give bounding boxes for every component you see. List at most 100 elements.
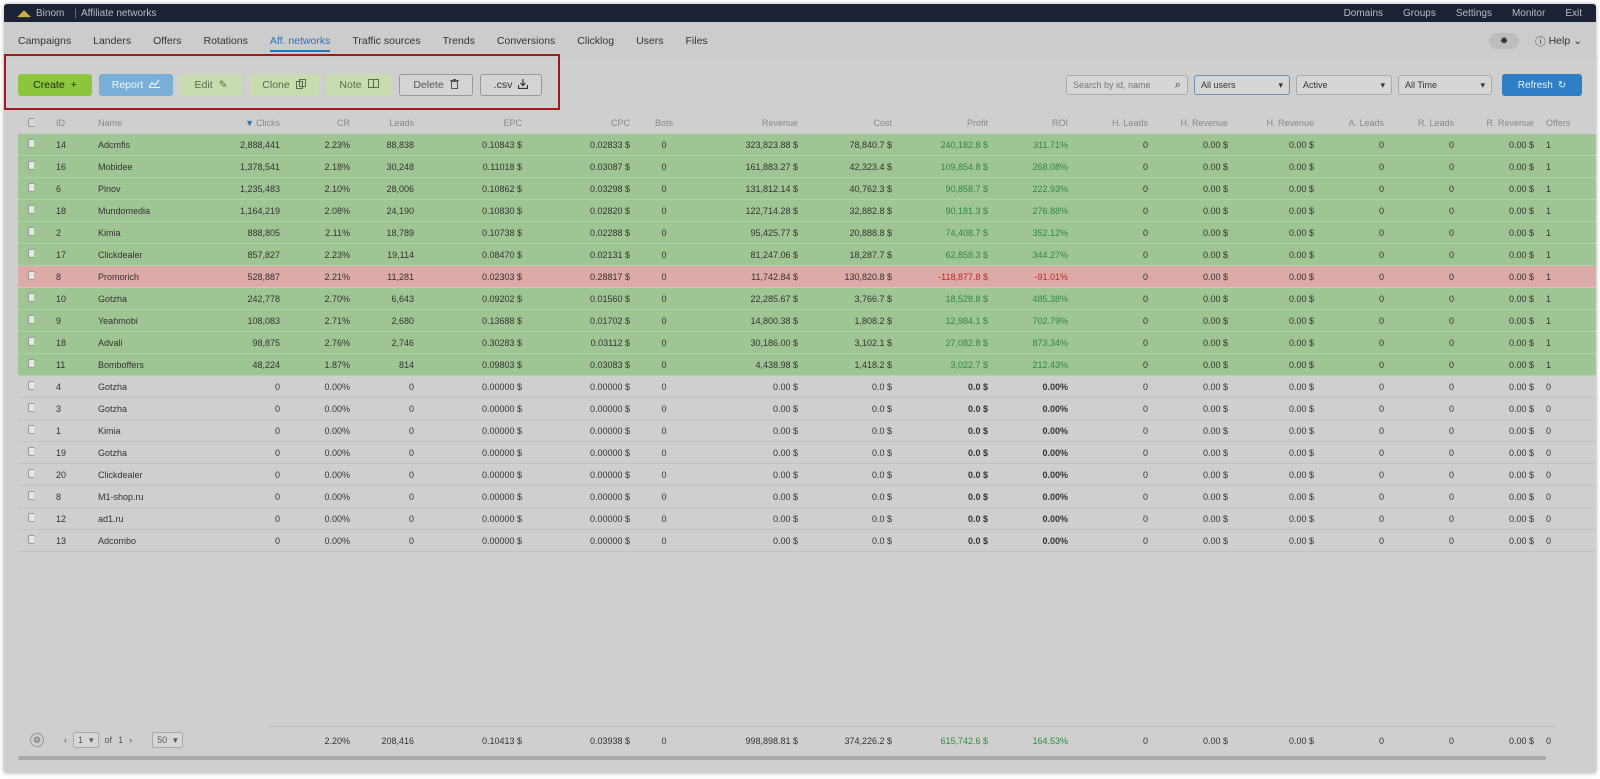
col-clicks[interactable]: ▼ Clicks	[226, 118, 286, 128]
table-row[interactable]: 1 Kimia 0 0.00% 0 0.00000 $ 0.00000 $ 0 0.00 $ 0.…	[18, 420, 1596, 442]
row-checkbox[interactable]	[28, 139, 34, 148]
edit-button[interactable]: Edit ✎	[180, 74, 242, 96]
per-page-select[interactable]: 50 ▾	[152, 732, 183, 748]
table-row[interactable]: 10 Gotzha 242,778 2.70% 6,643 0.09202 $0.0156…	[18, 288, 1596, 310]
row-checkbox[interactable]	[28, 205, 34, 214]
row-name[interactable]: Adcmfis	[92, 140, 226, 150]
row-name[interactable]: Advali	[92, 338, 226, 348]
row-checkbox[interactable]	[28, 359, 34, 368]
table-row[interactable]: 18 Mundomedia 1,164,219 2.08% 24,190 0.10830 …	[18, 200, 1596, 222]
row-checkbox[interactable]	[28, 293, 34, 302]
row-checkbox[interactable]	[28, 315, 34, 324]
row-name[interactable]: Gotzha	[92, 404, 226, 414]
row-checkbox[interactable]	[28, 161, 34, 170]
row-checkbox[interactable]	[28, 513, 34, 522]
col-r-revenue[interactable]: R. Revenue	[1460, 118, 1540, 128]
search-input[interactable]	[1073, 80, 1168, 90]
row-checkbox[interactable]	[28, 469, 34, 478]
note-button[interactable]: Note	[326, 74, 392, 96]
table-row[interactable]: 14 Adcmfis 2,888,441 2.23% 88,838 0.10843 $ 0.…	[18, 134, 1596, 156]
tab-files[interactable]: Files	[685, 25, 707, 57]
help-menu[interactable]: ⓘ Help ⌄	[1535, 34, 1582, 49]
tab-users[interactable]: Users	[636, 25, 663, 57]
topbar-link-groups[interactable]: Groups	[1403, 8, 1436, 19]
col-h-revenue-2[interactable]: H. Revenue	[1234, 118, 1320, 128]
tab-traffic-sources[interactable]: Traffic sources	[352, 25, 420, 57]
row-name[interactable]: ad1.ru	[92, 514, 226, 524]
export-csv-button[interactable]: .csv	[480, 74, 542, 96]
topbar-link-settings[interactable]: Settings	[1456, 8, 1492, 19]
row-checkbox[interactable]	[28, 447, 34, 456]
row-name[interactable]: Clickdealer	[92, 250, 226, 260]
table-row[interactable]: 8 M1-shop.ru 0 0.00% 0 0.00000 $ 0.00000 $ 0 0.0…	[18, 486, 1596, 508]
row-name[interactable]: Gotzha	[92, 382, 226, 392]
col-offers[interactable]: Offers	[1540, 118, 1570, 128]
tab-offers[interactable]: Offers	[153, 25, 181, 57]
row-name[interactable]: Mobidee	[92, 162, 226, 172]
row-name[interactable]: Kimia	[92, 228, 226, 238]
row-name[interactable]: Gotzha	[92, 448, 226, 458]
tab-campaigns[interactable]: Campaigns	[18, 25, 71, 57]
col-epc[interactable]: EPC	[420, 118, 528, 128]
table-row[interactable]: 16 Mobidee 1,378,541 2.18% 30,248 0.11018 $ 0.…	[18, 156, 1596, 178]
date-range-select[interactable]: All Time ▾	[1398, 75, 1492, 95]
col-id[interactable]: ID	[50, 118, 92, 128]
col-cpc[interactable]: CPC	[528, 118, 636, 128]
page-select[interactable]: 1 ▾	[73, 732, 99, 748]
col-h-revenue[interactable]: H. Revenue	[1154, 118, 1234, 128]
table-row[interactable]: 11 Bomboffers 48,224 1.87% 814 0.09803 $ 0.030…	[18, 354, 1596, 376]
table-row[interactable]: 12 ad1.ru 0 0.00% 0 0.00000 $ 0.00000 $ 0 0.00 $…	[18, 508, 1596, 530]
row-checkbox[interactable]	[28, 491, 34, 500]
col-cr[interactable]: CR	[286, 118, 356, 128]
row-name[interactable]: Promorich	[92, 272, 226, 282]
col-name[interactable]: Name	[92, 118, 226, 128]
row-name[interactable]: Pinov	[92, 184, 226, 194]
row-checkbox[interactable]	[28, 227, 34, 236]
status-select[interactable]: Active ▾	[1296, 75, 1392, 95]
table-row[interactable]: 17 Clickdealer 857,827 2.23% 19,114 0.08470 $…	[18, 244, 1596, 266]
col-cost[interactable]: Cost	[804, 118, 898, 128]
row-name[interactable]: Bomboffers	[92, 360, 226, 370]
col-revenue[interactable]: Revenue	[692, 118, 804, 128]
prev-page-icon[interactable]: ‹	[64, 735, 67, 745]
table-row[interactable]: 19 Gotzha 0 0.00% 0 0.00000 $ 0.00000 $ 0 0.00 $…	[18, 442, 1596, 464]
topbar-link-exit[interactable]: Exit	[1565, 8, 1582, 19]
next-page-icon[interactable]: ›	[129, 735, 132, 745]
create-button[interactable]: Create +	[18, 74, 92, 96]
row-name[interactable]: Yeahmobi	[92, 316, 226, 326]
tab-clicklog[interactable]: Clicklog	[577, 25, 614, 57]
row-name[interactable]: Clickdealer	[92, 470, 226, 480]
col-roi[interactable]: ROI	[994, 118, 1074, 128]
horizontal-scrollbar[interactable]	[18, 756, 1546, 760]
table-row[interactable]: 3 Gotzha 0 0.00% 0 0.00000 $ 0.00000 $ 0 0.00 $ 0…	[18, 398, 1596, 420]
row-name[interactable]: Mundomedia	[92, 206, 226, 216]
col-bots[interactable]: Bots	[636, 118, 692, 128]
tab-rotations[interactable]: Rotations	[203, 25, 247, 57]
row-name[interactable]: Kimia	[92, 426, 226, 436]
report-button[interactable]: Report	[99, 74, 173, 96]
clone-button[interactable]: Clone	[249, 74, 319, 96]
select-all-checkbox[interactable]	[28, 117, 34, 127]
delete-button[interactable]: Delete	[399, 74, 473, 96]
col-r-leads[interactable]: R. Leads	[1390, 118, 1460, 128]
row-checkbox[interactable]	[28, 403, 34, 412]
row-checkbox[interactable]	[28, 381, 34, 390]
tab-trends[interactable]: Trends	[443, 25, 475, 57]
table-row[interactable]: 4 Gotzha 0 0.00% 0 0.00000 $ 0.00000 $ 0 0.00 $ 0…	[18, 376, 1596, 398]
table-row[interactable]: 2 Kimia 888,805 2.11% 18,789 0.10738 $ 0.02288…	[18, 222, 1596, 244]
tab-aff-networks[interactable]: Aff. networks	[269, 25, 330, 57]
refresh-button[interactable]: Refresh ↻	[1502, 74, 1582, 96]
topbar-link-monitor[interactable]: Monitor	[1512, 8, 1545, 19]
row-checkbox[interactable]	[28, 271, 34, 280]
topbar-link-domains[interactable]: Domains	[1344, 8, 1383, 19]
col-a-leads[interactable]: A. Leads	[1320, 118, 1390, 128]
gear-icon[interactable]: ⚙	[30, 733, 44, 747]
tab-landers[interactable]: Landers	[93, 25, 131, 57]
col-profit[interactable]: Profit	[898, 118, 994, 128]
col-leads[interactable]: Leads	[356, 118, 420, 128]
tab-conversions[interactable]: Conversions	[497, 25, 555, 57]
table-row[interactable]: 20 Clickdealer 0 0.00% 0 0.00000 $ 0.00000 $ 0 0…	[18, 464, 1596, 486]
row-checkbox[interactable]	[28, 337, 34, 346]
row-checkbox[interactable]	[28, 535, 34, 544]
row-checkbox[interactable]	[28, 425, 34, 434]
